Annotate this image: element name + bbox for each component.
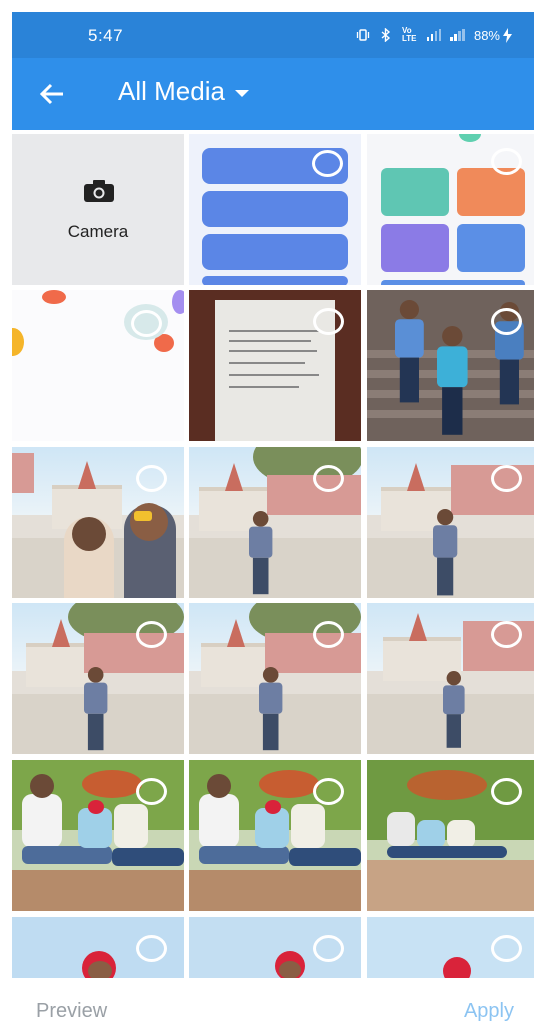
media-thumbnail[interactable] (367, 134, 534, 285)
select-circle[interactable] (491, 465, 522, 492)
battery-charging-icon (503, 27, 512, 43)
media-thumbnail[interactable] (12, 603, 184, 754)
page-title: All Media (118, 76, 225, 106)
select-circle[interactable] (491, 621, 522, 648)
bottom-bar: Preview Apply (0, 982, 534, 1026)
media-thumbnail[interactable] (367, 760, 534, 911)
select-circle[interactable] (491, 778, 522, 805)
status-time: 5:47 (88, 26, 124, 45)
select-circle[interactable] (313, 465, 344, 492)
media-filter-dropdown[interactable]: All Media (118, 76, 249, 107)
arrow-left-icon[interactable] (36, 78, 68, 110)
media-thumbnail[interactable] (189, 447, 361, 598)
camera-label: Camera (67, 222, 129, 241)
media-thumbnail[interactable] (12, 760, 184, 911)
camera-icon (84, 180, 114, 202)
select-circle[interactable] (312, 150, 343, 177)
media-thumbnail[interactable] (189, 917, 361, 978)
status-bar: 5:47 Vo LTE 88% (12, 12, 534, 58)
select-circle[interactable] (131, 310, 162, 337)
select-circle[interactable] (491, 148, 522, 175)
media-thumbnail[interactable] (189, 603, 361, 754)
caret-down-icon (234, 90, 249, 97)
media-thumbnail[interactable] (12, 447, 184, 598)
select-circle[interactable] (136, 778, 167, 805)
media-thumbnail[interactable] (367, 603, 534, 754)
media-thumbnail[interactable] (189, 290, 361, 441)
signal-icon (426, 29, 442, 41)
media-thumbnail[interactable] (12, 290, 184, 441)
select-circle[interactable] (313, 935, 344, 962)
signal-icon (450, 29, 465, 41)
status-icons: Vo LTE 88% (356, 27, 512, 43)
select-circle[interactable] (491, 935, 522, 962)
media-thumbnail[interactable] (367, 290, 534, 441)
select-circle[interactable] (313, 308, 344, 335)
media-grid: Camera (12, 134, 534, 978)
media-thumbnail[interactable] (12, 917, 184, 978)
select-circle[interactable] (491, 308, 522, 335)
media-thumbnail[interactable] (367, 917, 534, 978)
apply-button[interactable]: Apply (464, 1000, 514, 1023)
select-circle[interactable] (136, 465, 167, 492)
vibrate-icon (356, 29, 370, 41)
select-circle[interactable] (313, 621, 344, 648)
volte-icon: Vo LTE (401, 26, 417, 43)
bluetooth-icon (381, 28, 391, 42)
preview-button[interactable]: Preview (36, 1000, 107, 1023)
media-thumbnail[interactable] (189, 760, 361, 911)
select-circle[interactable] (313, 778, 344, 805)
app-bar: All Media (12, 58, 534, 130)
select-circle[interactable] (136, 621, 167, 648)
media-thumbnail[interactable] (367, 447, 534, 598)
battery-percent: 88% (473, 27, 500, 43)
select-circle[interactable] (136, 935, 167, 962)
media-thumbnail[interactable] (189, 134, 361, 285)
camera-tile[interactable]: Camera (12, 134, 184, 285)
